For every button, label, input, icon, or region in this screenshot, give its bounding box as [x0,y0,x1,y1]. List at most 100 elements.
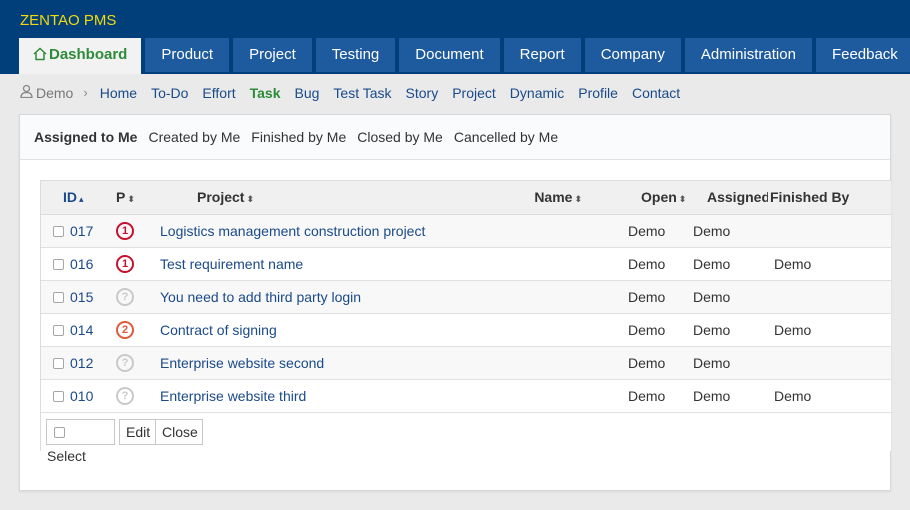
subnav-task[interactable]: Task [250,85,281,101]
row-checkbox[interactable] [53,291,64,303]
opened-by: Demo [628,255,666,272]
tab-product[interactable]: Product [145,38,230,72]
task-table: ID▴ P⬍ Project⬍ Name⬍ Open⬍ Assigned To … [40,180,891,464]
close-button[interactable]: Close [156,419,203,445]
tab-document[interactable]: Document [399,38,500,72]
finished-by [768,346,891,379]
project-link[interactable]: Test requirement name [160,256,303,272]
opened-by: Demo [628,288,666,305]
subnav-home[interactable]: Home [100,85,137,101]
subnav-profile[interactable]: Profile [578,85,618,101]
row-checkbox[interactable] [53,390,64,402]
finished-by [768,214,891,247]
table-row[interactable]: 015 ? You need to add third party login … [41,280,891,313]
project-link[interactable]: You need to add third party login [160,289,361,305]
tab-project[interactable]: Project [233,38,312,72]
assigned-to: Demo [693,288,731,305]
top-header: ZENTAO PMS Dashboard Product Project Tes… [0,0,910,74]
breadcrumb-user[interactable]: Demo [20,84,73,101]
finished-by: Demo [774,255,812,272]
sort-icon: ⬍ [246,194,255,205]
col-header-project[interactable]: Project ⬍ [160,181,400,215]
row-checkbox[interactable] [53,357,64,369]
tab-administration[interactable]: Administration [684,38,812,72]
table-row[interactable]: 012 ? Enterprise website second Demo Dem… [41,346,891,379]
subnav-todo[interactable]: To-Do [151,85,188,101]
assigned-to: Demo [693,222,731,239]
col-header-opened[interactable]: Open ⬍ [620,181,687,215]
assigned-to: Demo [693,255,731,272]
priority-badge: ? [116,288,134,306]
home-icon [33,40,47,74]
opened-by: Demo [628,222,666,239]
task-id-link[interactable]: 014 [70,322,93,338]
finished-by: Demo [774,321,812,338]
tab-testing[interactable]: Testing [315,38,396,72]
task-id-link[interactable]: 010 [70,388,93,404]
assigned-to: Demo [693,321,731,338]
sub-nav: Demo › Home To-Do Effort Task Bug Test T… [0,74,910,114]
sort-icon: ⬍ [678,194,687,205]
col-header-finished: Finished By [768,181,891,215]
edit-button[interactable]: Edit [119,419,156,445]
task-id-link[interactable]: 017 [70,223,93,239]
finished-by [768,280,891,313]
subnav-test-task[interactable]: Test Task [333,85,391,101]
tab-company[interactable]: Company [584,38,681,72]
priority-badge: 2 [116,321,134,339]
row-checkbox[interactable] [53,258,64,270]
priority-badge: ? [116,387,134,405]
filter-assigned-to-me[interactable]: Assigned to Me [34,129,137,145]
col-header-id[interactable]: ID ▴ [41,181,116,215]
filter-finished-by-me[interactable]: Finished by Me [251,129,346,145]
filter-closed-by-me[interactable]: Closed by Me [357,129,443,145]
opened-by: Demo [628,387,666,404]
priority-badge: ? [116,354,134,372]
table-footer: Select Edit Close [41,413,891,464]
assigned-to: Demo [693,387,731,404]
assigned-to: Demo [693,354,731,371]
task-id-link[interactable]: 015 [70,289,93,305]
task-id-link[interactable]: 012 [70,355,93,371]
table-row[interactable]: 016 1 Test requirement name Demo Demo De… [41,247,891,280]
filter-cancelled-by-me[interactable]: Cancelled by Me [454,129,558,145]
priority-badge: 1 [116,255,134,273]
table-row[interactable]: 017 1 Logistics management construction … [41,214,891,247]
subnav-contact[interactable]: Contact [632,85,680,101]
project-link[interactable]: Enterprise website second [160,355,324,371]
tab-report[interactable]: Report [503,38,581,72]
col-header-assigned: Assigned To [687,181,768,215]
row-checkbox[interactable] [53,225,64,237]
user-icon [20,84,33,101]
tab-dashboard[interactable]: Dashboard [19,38,142,74]
table-row[interactable]: 010 ? Enterprise website third Demo Demo… [41,379,891,412]
subnav-project[interactable]: Project [452,85,496,101]
project-link[interactable]: Logistics management construction projec… [160,223,425,239]
main-nav: Dashboard Product Project Testing Docume… [19,38,910,74]
subnav-bug[interactable]: Bug [295,85,320,101]
col-header-name[interactable]: Name ⬍ [400,181,620,215]
select-all-button[interactable]: Select [46,419,115,464]
project-link[interactable]: Contract of signing [160,322,277,338]
table-row[interactable]: 014 2 Contract of signing Demo Demo Demo [41,313,891,346]
filter-created-by-me[interactable]: Created by Me [148,129,240,145]
project-link[interactable]: Enterprise website third [160,388,306,404]
tab-label: Dashboard [49,46,128,63]
subnav-effort[interactable]: Effort [202,85,235,101]
finished-by: Demo [774,387,812,404]
subnav-dynamic[interactable]: Dynamic [510,85,564,101]
chevron-right-icon: › [83,85,88,100]
breadcrumb-user-label: Demo [36,84,74,101]
row-checkbox[interactable] [53,324,64,336]
brand-logo[interactable]: ZENTAO PMS [20,12,116,29]
filter-bar: Assigned to Me Created by Me Finished by… [20,115,890,160]
sort-asc-icon: ▴ [79,194,84,205]
sort-icon: ⬍ [127,194,135,205]
tab-feedback[interactable]: Feedback [815,38,910,72]
subnav-story[interactable]: Story [406,85,439,101]
opened-by: Demo [628,354,666,371]
select-all-checkbox[interactable] [54,427,65,438]
task-panel: Assigned to Me Created by Me Finished by… [19,114,891,491]
col-header-pri[interactable]: P ⬍ [116,181,160,215]
task-id-link[interactable]: 016 [70,256,93,272]
